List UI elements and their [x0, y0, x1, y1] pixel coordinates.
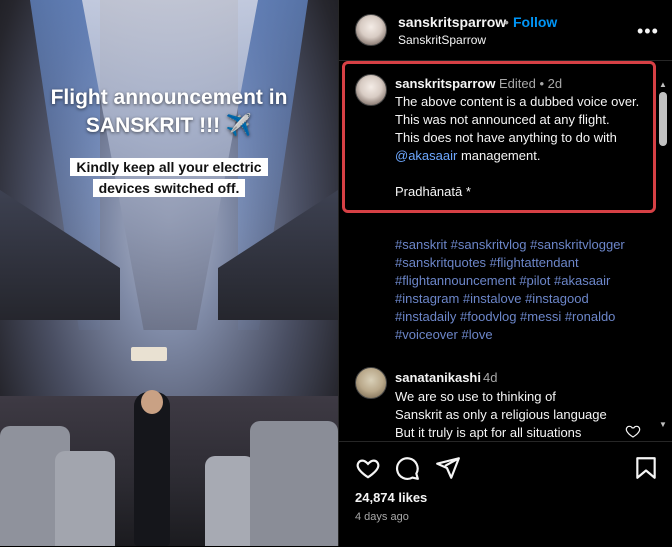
- caption-line-1: The above content is a dubbed voice over…: [395, 94, 640, 127]
- bookmark-icon[interactable]: [633, 455, 659, 481]
- post-viewer: Flight announcement in SANSKRIT !!! ✈️ K…: [0, 0, 672, 546]
- hashtags[interactable]: #sanskrit #sanskritvlog #sanskritvlogger…: [395, 236, 653, 344]
- caption-username[interactable]: sanskritsparrow: [395, 76, 495, 91]
- comment-text: We are so use to thinking of Sanskrit as…: [395, 389, 607, 440]
- commenter-username[interactable]: sanatanikashi: [395, 370, 481, 385]
- like-count[interactable]: 24,874 likes: [355, 490, 427, 505]
- overhead-bin-left: [0, 190, 120, 320]
- caption-meta: Edited • 2d: [499, 76, 563, 91]
- comment-like-icon[interactable]: [625, 423, 641, 439]
- seat: [250, 421, 338, 546]
- overhead-bin-right: [218, 190, 338, 320]
- post-header: sanskritsparrow • Follow SanskritSparrow…: [339, 0, 672, 61]
- comment-time: 4d: [483, 370, 498, 385]
- scroll-thumb[interactable]: [659, 92, 667, 146]
- follow-button[interactable]: Follow: [513, 14, 557, 30]
- more-options-icon[interactable]: •••: [637, 21, 659, 42]
- flight-attendant: [134, 392, 170, 546]
- comments-scroll-area[interactable]: sanskritsparrow Edited • 2d The above co…: [339, 61, 672, 441]
- heart-icon[interactable]: [355, 455, 381, 481]
- caption-avatar[interactable]: [355, 74, 387, 106]
- caption-line-3: Pradhānatā *: [395, 184, 471, 199]
- exit-sign: [131, 347, 167, 361]
- commenter-avatar[interactable]: [355, 367, 387, 399]
- seat: [55, 451, 115, 546]
- comment-icon[interactable]: [394, 455, 420, 481]
- seat: [205, 456, 255, 546]
- separator-dot: •: [504, 14, 509, 30]
- video-headline: Flight announcement in SANSKRIT !!! ✈️: [50, 86, 288, 137]
- author-avatar[interactable]: [355, 14, 387, 46]
- flight-attendant-head: [141, 390, 163, 414]
- author-subtitle[interactable]: SanskritSparrow: [398, 33, 486, 47]
- caption-text: The above content is a dubbed voice over…: [395, 93, 653, 201]
- share-icon[interactable]: [435, 455, 461, 481]
- caption-line-2-prefix: This does not have anything to do with: [395, 130, 617, 145]
- video-subtitle-text: Kindly keep all your electric devices sw…: [70, 158, 268, 197]
- post-video[interactable]: Flight announcement in SANSKRIT !!! ✈️ K…: [0, 0, 338, 546]
- scroll-up-icon[interactable]: ▲: [659, 80, 667, 89]
- post-age: 4 days ago: [355, 511, 409, 523]
- scroll-down-icon[interactable]: ▼: [659, 420, 667, 429]
- post-actions: 24,874 likes 4 days ago: [339, 441, 672, 547]
- author-username[interactable]: sanskritsparrow: [398, 14, 506, 30]
- video-subtitle: Kindly keep all your electric devices sw…: [50, 157, 288, 199]
- caption-line-2-suffix: management.: [457, 148, 541, 163]
- scrollbar[interactable]: ▲ ▼: [657, 80, 669, 440]
- post-sidebar: sanskritsparrow • Follow SanskritSparrow…: [338, 0, 672, 546]
- mention-link[interactable]: @akasaair: [395, 148, 457, 163]
